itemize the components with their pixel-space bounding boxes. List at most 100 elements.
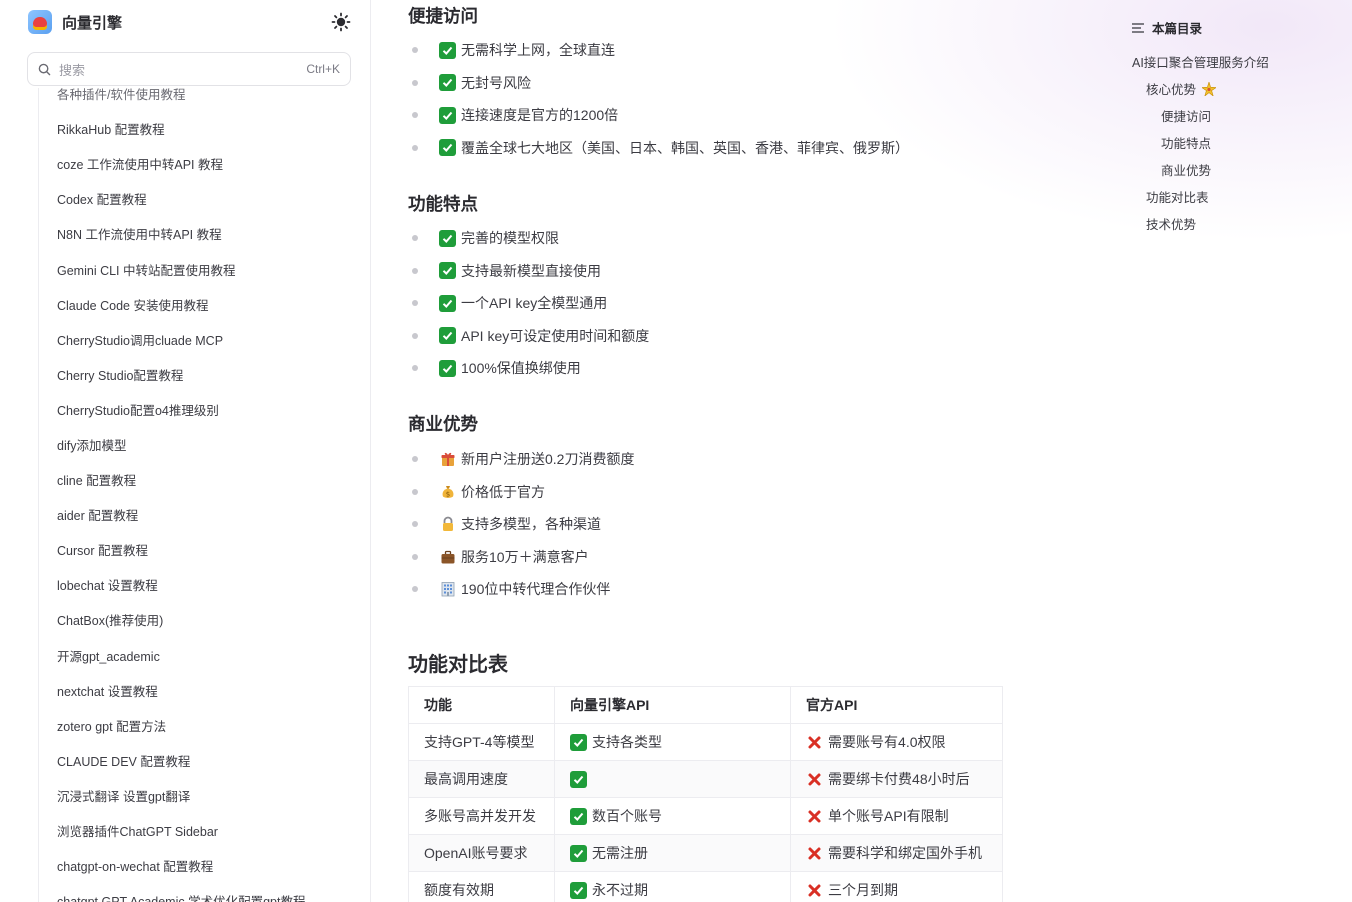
list-item: 服务10万＋满意客户 [408, 541, 634, 574]
sidebar-item-chatgpt-on-wechat[interactable]: chatgpt-on-wechat 配置教程 [39, 848, 358, 883]
toc-item-compare[interactable]: 功能对比表 [1146, 187, 1209, 206]
cross-mark-icon [806, 808, 823, 825]
table-row: OpenAI账号要求 无需注册 需要科学和绑定国外手机 [408, 834, 1003, 872]
sidebar-item-claude-dev[interactable]: CLAUDE DEV 配置教程 [39, 743, 358, 778]
table-cell [553, 760, 792, 798]
lock-icon [439, 516, 456, 533]
sidebar-item-immersive-translate[interactable]: 沉浸式翻译 设置gpt翻译 [39, 778, 358, 813]
table-cell: 无需注册 [553, 834, 792, 872]
brand-name: 向量引擎 [62, 14, 123, 32]
heading-business: 商业优势 [408, 414, 478, 434]
table-cell: 多账号高并发开发 [408, 797, 555, 835]
list-item: 新用户注册送0.2刀消费额度 [408, 443, 634, 476]
list-item: API key可设定使用时间和额度 [408, 320, 649, 353]
svg-text:$: $ [445, 490, 449, 498]
sidebar-item-cherrystudio-mcp[interactable]: CherryStudio调用cluade MCP [39, 322, 358, 357]
table-row: 额度有效期 永不过期 三个月到期 [408, 871, 1003, 902]
cross-mark-icon [806, 845, 823, 862]
gift-icon [439, 451, 456, 468]
office-building-icon [439, 581, 456, 598]
table-row: 多账号高并发开发 数百个账号 单个账号API有限制 [408, 797, 1003, 835]
list-item: 无需科学上网，全球直连 [408, 34, 909, 67]
toc-item-core-advantages[interactable]: 核心优势 [1146, 79, 1217, 98]
column-header-official-api: 官方API [790, 686, 1003, 724]
table-cell: 额度有效期 [408, 871, 555, 902]
list-item: 100%保值换绑使用 [408, 352, 649, 385]
table-cell: 永不过期 [553, 871, 792, 902]
table-cell: 最高调用速度 [408, 760, 555, 798]
list-features: 完善的模型权限 支持最新模型直接使用 一个API key全模型通用 API ke… [408, 222, 649, 385]
brand[interactable]: 向量引擎 [28, 9, 122, 35]
sidebar-nav-list: 各种插件/软件使用教程 RikkaHub 配置教程 coze 工作流使用中转AP… [38, 88, 358, 902]
search-placeholder: 搜索 [59, 62, 86, 78]
search-icon [38, 63, 51, 75]
brand-logo-icon [28, 10, 52, 34]
toc-item-tech-advantages[interactable]: 技术优势 [1146, 214, 1196, 233]
sidebar-item-zotero[interactable]: zotero gpt 配置方法 [39, 708, 358, 743]
cross-mark-icon [806, 882, 823, 899]
check-mark-icon [439, 327, 456, 345]
check-mark-icon [439, 262, 456, 280]
sidebar-item-cline[interactable]: cline 配置教程 [39, 462, 358, 497]
sidebar-item-rikkahub[interactable]: RikkaHub 配置教程 [39, 111, 358, 146]
sidebar-item-chatbox[interactable]: ChatBox(推荐使用) [39, 602, 358, 637]
table-cell: 需要绑卡付费48小时后 [790, 760, 1003, 798]
search-input[interactable]: 搜索 Ctrl+K [27, 52, 351, 86]
sidebar-nav: 各种插件/软件使用教程 RikkaHub 配置教程 coze 工作流使用中转AP… [0, 88, 370, 902]
sparkle-icon [1202, 81, 1217, 96]
sidebar-item-claude-code[interactable]: Claude Code 安装使用教程 [39, 287, 358, 322]
check-mark-icon [439, 139, 456, 157]
table-row: 支持GPT-4等模型 支持各类型 需要账号有4.0权限 [408, 723, 1003, 761]
toc-header: 本篇目录 [1132, 18, 1202, 37]
table-cell: OpenAI账号要求 [408, 834, 555, 872]
check-mark-icon [439, 74, 456, 92]
list-item: 支持多模型，各种渠道 [408, 508, 634, 541]
sidebar-item-cherrystudio-o4[interactable]: CherryStudio配置o4推理级别 [39, 392, 358, 427]
table-cell: 单个账号API有限制 [790, 797, 1003, 835]
table-header-row: 功能 向量引擎API 官方API [408, 686, 1003, 724]
sidebar-item-gemini-cli[interactable]: Gemini CLI 中转站配置使用教程 [39, 251, 358, 286]
check-mark-icon [439, 106, 456, 124]
sidebar-item-cursor[interactable]: Cursor 配置教程 [39, 532, 358, 567]
check-mark-icon [569, 844, 587, 862]
check-mark-icon [569, 881, 587, 899]
table-row: 最高调用速度 需要绑卡付费48小时后 [408, 760, 1003, 798]
list-access: 无需科学上网，全球直连 无封号风险 连接速度是官方的1200倍 覆盖全球七大地区… [408, 34, 909, 164]
sidebar-item-nextchat[interactable]: nextchat 设置教程 [39, 673, 358, 708]
sidebar-item-aider[interactable]: aider 配置教程 [39, 497, 358, 532]
toc-item-access[interactable]: 便捷访问 [1161, 106, 1211, 125]
sidebar: 向量引擎 搜索 Ctrl+K 各种插件/软件使用教程 RikkaHub 配置教程… [0, 0, 371, 902]
list-item: 连接速度是官方的1200倍 [408, 99, 909, 132]
sidebar-item-codex[interactable]: Codex 配置教程 [39, 181, 358, 216]
list-item: 190位中转代理合作伙伴 [408, 573, 634, 606]
table-cell: 支持各类型 [553, 723, 792, 761]
sidebar-item-gpt-academic-config[interactable]: chatgpt GPT Academic 学术优化配置gpt教程 [39, 883, 358, 902]
sidebar-item-dify[interactable]: dify添加模型 [39, 427, 358, 462]
sidebar-item-coze[interactable]: coze 工作流使用中转API 教程 [39, 146, 358, 181]
toc-item-intro[interactable]: AI接口聚合管理服务介绍 [1132, 52, 1269, 71]
sidebar-item-chatgpt-sidebar[interactable]: 浏览器插件ChatGPT Sidebar [39, 813, 358, 848]
table-cell: 需要账号有4.0权限 [790, 723, 1003, 761]
cross-mark-icon [806, 734, 823, 751]
sidebar-item-plugin-tutorials[interactable]: 各种插件/软件使用教程 [39, 88, 358, 111]
toc-item-business[interactable]: 商业优势 [1161, 160, 1211, 179]
list-icon [1132, 22, 1144, 33]
sidebar-item-lobechat[interactable]: lobechat 设置教程 [39, 567, 358, 602]
check-mark-icon [569, 770, 587, 788]
toc-item-features[interactable]: 功能特点 [1161, 133, 1211, 152]
list-item: $ 价格低于官方 [408, 476, 634, 509]
comparison-table: 功能 向量引擎API 官方API 支持GPT-4等模型 支持各类型 需要账号有4… [408, 686, 1003, 902]
heading-features: 功能特点 [408, 194, 478, 214]
sidebar-item-gpt-academic[interactable]: 开源gpt_academic [39, 638, 358, 673]
check-mark-icon [439, 294, 456, 312]
sidebar-item-cherry-studio[interactable]: Cherry Studio配置教程 [39, 357, 358, 392]
column-header-feature: 功能 [408, 686, 555, 724]
list-item: 支持最新模型直接使用 [408, 255, 649, 288]
check-mark-icon [439, 359, 456, 377]
sidebar-item-n8n[interactable]: N8N 工作流使用中转API 教程 [39, 216, 358, 251]
column-header-engine-api: 向量引擎API [553, 686, 792, 724]
check-mark-icon [569, 807, 587, 825]
theme-toggle-sun-icon[interactable] [331, 12, 351, 32]
heading-access: 便捷访问 [408, 6, 478, 26]
table-cell: 需要科学和绑定国外手机 [790, 834, 1003, 872]
